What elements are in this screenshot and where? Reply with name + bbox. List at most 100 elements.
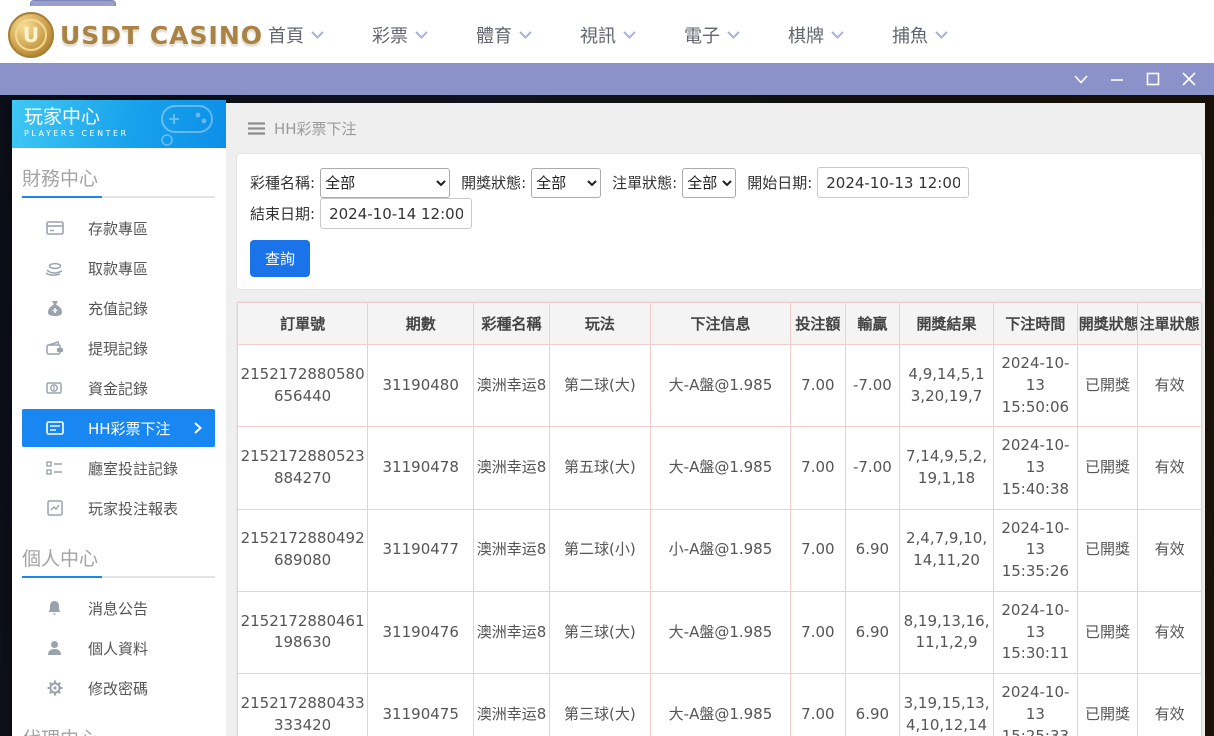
sidebar-item-withdrawal-record[interactable]: 提現記錄 — [12, 328, 226, 368]
window-close-icon[interactable] — [1180, 70, 1198, 88]
cell-bet-time: 2024-10-13 15:35:26 — [994, 509, 1078, 591]
nav-item-sports[interactable]: 體育 — [476, 22, 532, 48]
cell-play: 第三球(大) — [549, 591, 650, 673]
sidebar-item-label: 提現記錄 — [88, 338, 148, 359]
cell-amount: 7.00 — [791, 509, 846, 591]
nav-item-cards[interactable]: 棋牌 — [788, 22, 844, 48]
cell-bet-time: 2024-10-13 15:40:38 — [994, 427, 1078, 509]
sidebar-item-hh-lottery-bets[interactable]: HH彩票下注 — [22, 409, 215, 447]
hamburger-menu-icon[interactable] — [248, 122, 265, 135]
top-navigation: U USDT CASINO 首頁 彩票 體育 視訊 電子 棋牌 捕魚 — [0, 7, 1214, 63]
sidebar-item-label: 消息公告 — [88, 598, 148, 619]
col-header-bet-info: 下注信息 — [650, 303, 790, 345]
draw-status-select[interactable]: 全部 — [531, 168, 601, 198]
window-minimize-icon[interactable] — [1108, 70, 1126, 88]
cell-amount: 7.00 — [791, 674, 846, 736]
sidebar-item-label: 個人資料 — [88, 638, 148, 659]
filter-panel: 彩種名稱: 全部 開獎狀態: 全部 注單狀態: 全部 — [236, 153, 1203, 290]
chevron-down-icon — [727, 31, 740, 39]
cell-order-id: 2152172880461198630 — [238, 591, 368, 673]
gamepad-icon — [154, 102, 220, 148]
cell-draw-status: 已開獎 — [1077, 509, 1138, 591]
sidebar-item-room-bet-record[interactable]: 廳室投註記錄 — [12, 448, 226, 488]
nav-item-label: 體育 — [476, 22, 512, 48]
cell-lottery: 澳洲幸运8 — [474, 591, 550, 673]
order-status-select[interactable]: 全部 — [682, 168, 736, 198]
withdrawal-record-icon — [45, 341, 64, 356]
cell-result: 3,19,15,13,4,10,12,14 — [900, 674, 994, 736]
cell-win-loss: -7.00 — [845, 427, 900, 509]
cell-order-id: 2152172880433333420 — [238, 674, 368, 736]
section-divider-accent — [22, 196, 102, 198]
brand-logo[interactable]: U USDT CASINO — [8, 12, 263, 58]
nav-item-slots[interactable]: 電子 — [684, 22, 740, 48]
cell-draw-status: 已開獎 — [1077, 427, 1138, 509]
sidebar-section-personal: 個人中心 — [12, 528, 226, 576]
sidebar-item-change-password[interactable]: 修改密碼 — [12, 668, 226, 708]
start-date-label: 開始日期: — [747, 172, 812, 193]
filter-lottery-name: 彩種名稱: 全部 — [250, 168, 450, 198]
sidebar-item-recharge-record[interactable]: 充值記錄 — [12, 288, 226, 328]
lottery-name-select[interactable]: 全部 — [320, 168, 450, 198]
cell-order-id: 2152172880580656440 — [238, 345, 368, 427]
cell-win-loss: 6.90 — [845, 674, 900, 736]
nav-item-label: 捕魚 — [892, 22, 928, 48]
deposit-icon — [45, 220, 64, 236]
window-maximize-icon[interactable] — [1144, 70, 1162, 88]
sidebar-item-label: 修改密碼 — [88, 678, 148, 699]
cell-bet-time: 2024-10-13 15:30:11 — [994, 591, 1078, 673]
sidebar-item-withdraw[interactable]: 取款專區 — [12, 248, 226, 288]
cell-period: 31190475 — [368, 674, 474, 736]
nav-item-fishing[interactable]: 捕魚 — [892, 22, 948, 48]
funds-record-icon — [45, 380, 64, 396]
lottery-bets-icon — [45, 421, 64, 435]
cell-order-status: 有效 — [1138, 591, 1202, 673]
cell-period: 31190477 — [368, 509, 474, 591]
col-header-order-id: 訂單號 — [238, 303, 368, 345]
col-header-order-status: 注單狀態 — [1138, 303, 1202, 345]
nav-item-lottery[interactable]: 彩票 — [372, 22, 428, 48]
sidebar-item-label: 資金記錄 — [88, 378, 148, 399]
nav-menu: 首頁 彩票 體育 視訊 電子 棋牌 捕魚 — [268, 22, 948, 48]
breadcrumb: HH彩票下注 — [236, 103, 1205, 153]
sidebar-item-player-bet-report[interactable]: 玩家投注報表 — [12, 488, 226, 528]
cell-lottery: 澳洲幸运8 — [474, 427, 550, 509]
cell-lottery: 澳洲幸运8 — [474, 345, 550, 427]
end-date-input[interactable] — [320, 198, 472, 229]
cell-draw-status: 已開獎 — [1077, 591, 1138, 673]
nav-item-label: 視訊 — [580, 22, 616, 48]
sidebar-section-finance: 財務中心 — [12, 148, 226, 196]
sidebar-item-deposit[interactable]: 存款專區 — [12, 208, 226, 248]
col-header-draw-status: 開獎狀態 — [1077, 303, 1138, 345]
chevron-down-icon — [519, 31, 532, 39]
end-date-label: 結束日期: — [250, 203, 315, 224]
chevron-down-icon — [623, 31, 636, 39]
cell-amount: 7.00 — [791, 427, 846, 509]
nav-item-live[interactable]: 視訊 — [580, 22, 636, 48]
sidebar-item-label: HH彩票下注 — [88, 418, 171, 439]
chevron-right-icon — [194, 422, 202, 434]
cell-order-id: 2152172880523884270 — [238, 427, 368, 509]
sidebar-item-announcements[interactable]: 消息公告 — [12, 588, 226, 628]
recharge-record-icon — [45, 300, 64, 317]
nav-item-label: 電子 — [684, 22, 720, 48]
sidebar-item-funds-record[interactable]: 資金記錄 — [12, 368, 226, 408]
col-header-bet-time: 下注時間 — [994, 303, 1078, 345]
cell-result: 7,14,9,5,2,19,1,18 — [900, 427, 994, 509]
cell-lottery: 澳洲幸运8 — [474, 674, 550, 736]
cell-period: 31190476 — [368, 591, 474, 673]
sidebar-item-profile[interactable]: 個人資料 — [12, 628, 226, 668]
search-button[interactable]: 查詢 — [250, 240, 310, 277]
cell-amount: 7.00 — [791, 345, 846, 427]
filter-row: 彩種名稱: 全部 開獎狀態: 全部 注單狀態: 全部 — [250, 167, 1189, 229]
sidebar-header: 玩家中心 PLAYERS CENTER — [12, 100, 226, 148]
cell-win-loss: 6.90 — [845, 509, 900, 591]
cell-order-id: 2152172880492689080 — [238, 509, 368, 591]
start-date-input[interactable] — [817, 167, 969, 198]
col-header-amount: 投注額 — [791, 303, 846, 345]
browser-tab[interactable] — [30, 0, 116, 6]
section-divider — [22, 196, 215, 198]
nav-item-home[interactable]: 首頁 — [268, 22, 324, 48]
cell-order-status: 有效 — [1138, 509, 1202, 591]
window-dropdown-icon[interactable] — [1072, 70, 1090, 88]
